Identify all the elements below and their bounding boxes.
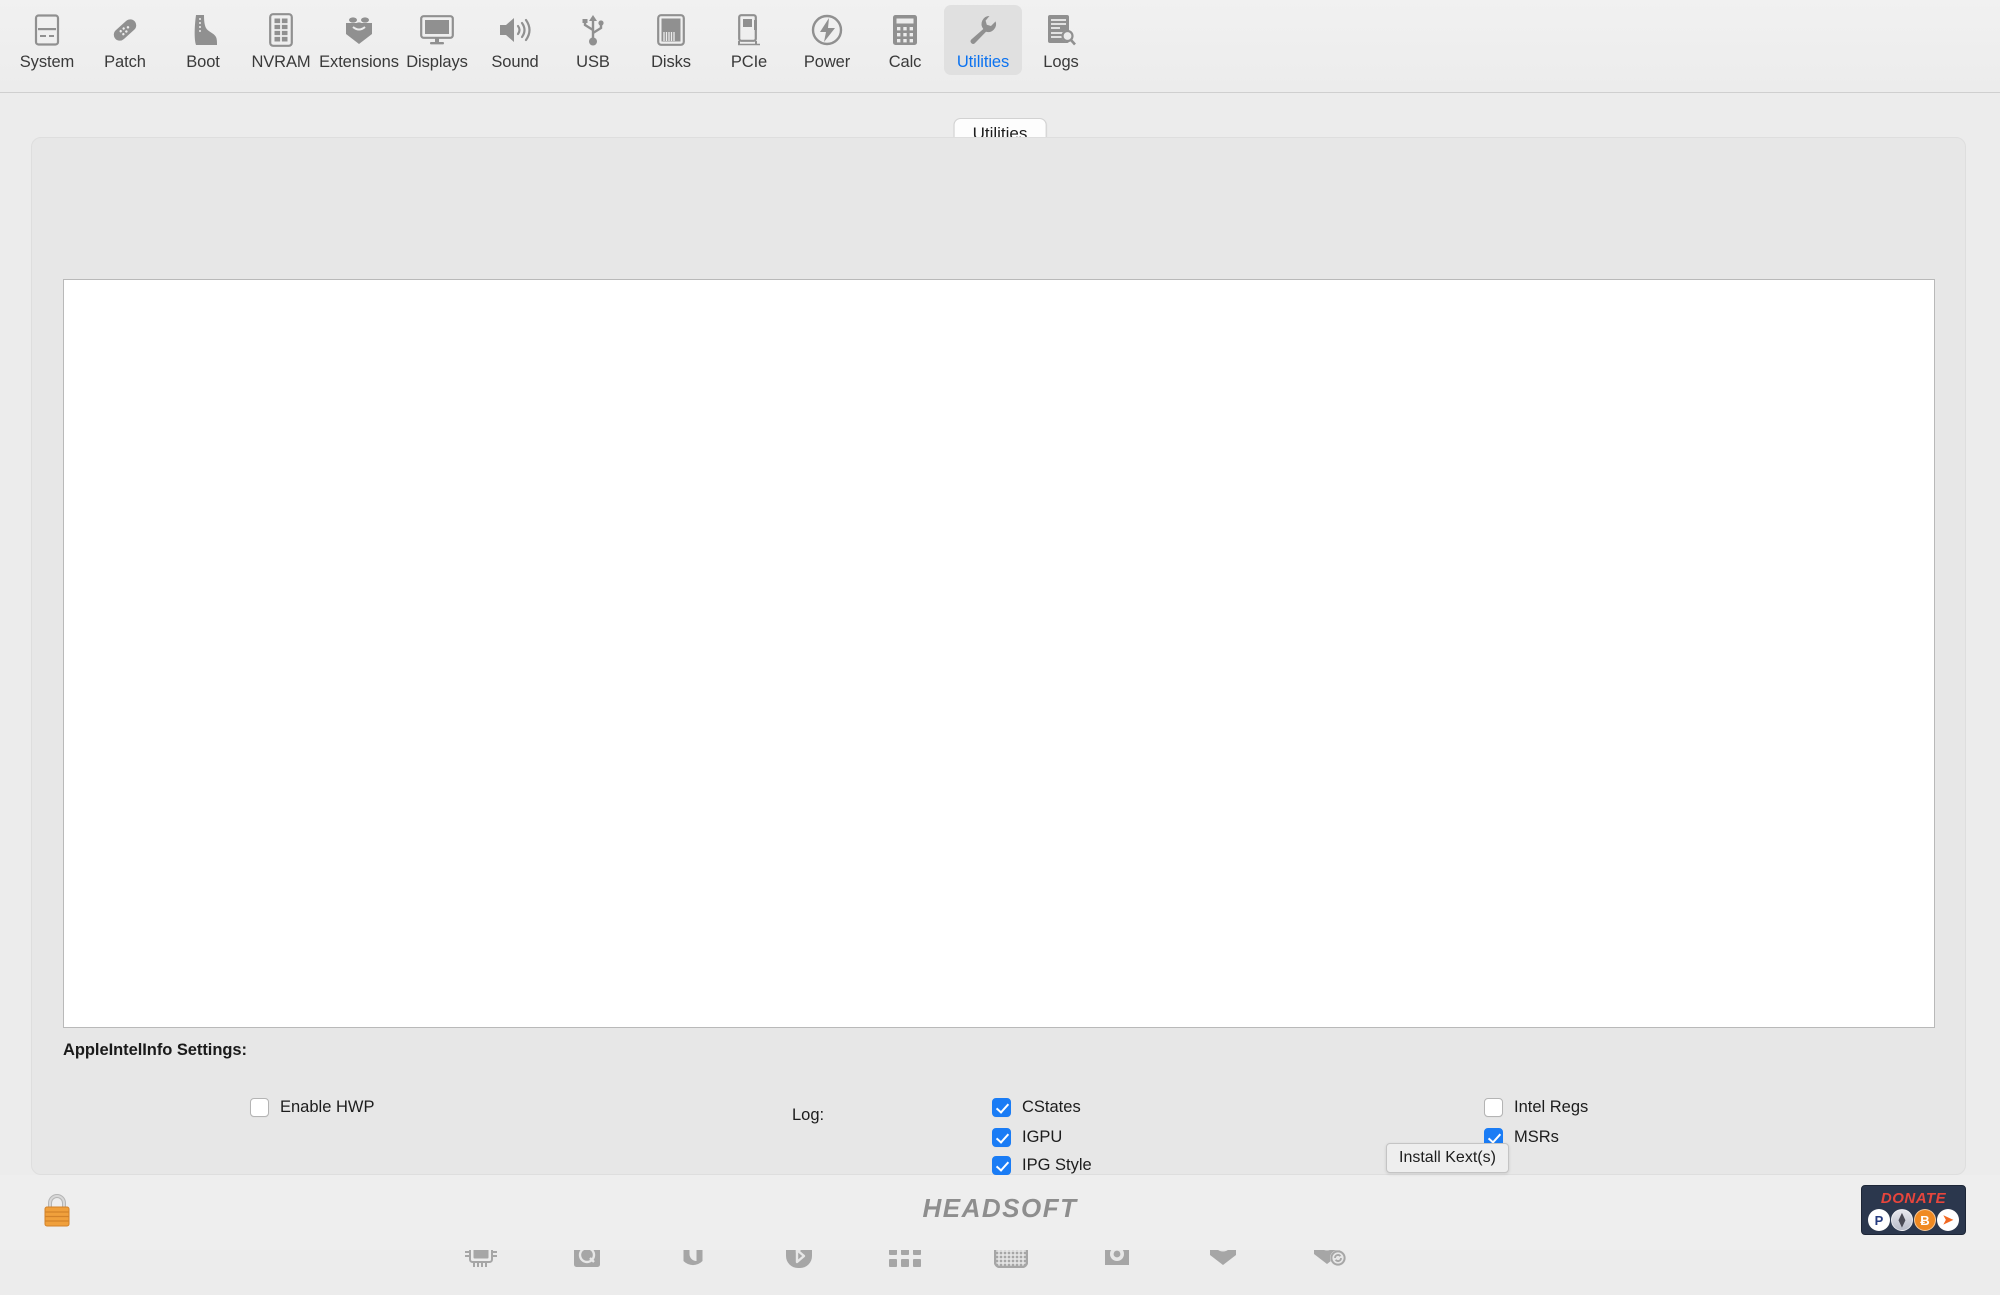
pcie-icon [736,11,762,49]
patch-icon [109,11,141,49]
settings-title: AppleIntelInfo Settings: [63,1041,247,1060]
enable-hwp-label: Enable HWP [280,1098,374,1117]
intel-regs-box[interactable] [1484,1098,1503,1117]
toolbar-label-extensions: Extensions [319,52,399,72]
toolbar-label-pcie: PCIe [731,52,767,72]
igpu-box[interactable] [992,1128,1011,1147]
power-icon [811,11,843,49]
utilities-panel: AppleIntelInfo Settings: Enable HWP Log:… [31,137,1966,1175]
displays-icon [420,11,454,49]
extensions-icon [342,11,376,49]
toolbar-item-utilities[interactable]: Utilities [944,5,1022,75]
toolbar-item-boot[interactable]: Boot [164,5,242,75]
headsoft-logo: HEADSOFT [923,1193,1078,1224]
toolbar-item-pcie[interactable]: PCIe [710,5,788,75]
toolbar-label-utilities: Utilities [957,52,1009,72]
donate-button[interactable]: DONATE P ⧫ Ƀ ➤ [1861,1185,1966,1235]
usb-icon [580,11,606,49]
main-toolbar: System Patch [0,0,2000,93]
lock-icon[interactable] [40,1191,74,1229]
igpu-label: IGPU [1022,1128,1062,1147]
boot-icon [189,11,217,49]
ipg-style-label: IPG Style [1022,1156,1092,1175]
toolbar-label-system: System [20,52,74,72]
cstates-label: CStates [1022,1098,1081,1117]
sound-icon [498,11,532,49]
toolbar-item-extensions[interactable]: Extensions [320,5,398,75]
nvram-icon [269,11,293,49]
toolbar-item-logs[interactable]: Logs [1022,5,1100,75]
ipg-style-box[interactable] [992,1156,1011,1175]
toolbar-label-displays: Displays [406,52,468,72]
toolbar-label-usb: USB [576,52,610,72]
checkbox-enable-hwp[interactable]: Enable HWP [250,1096,374,1118]
donate-label: DONATE [1881,1190,1946,1207]
toolbar-item-usb[interactable]: USB [554,5,632,75]
toolbar-item-nvram[interactable]: NVRAM [242,5,320,75]
system-icon [32,11,62,49]
checkbox-cstates[interactable]: CStates [992,1096,1081,1118]
toolbar-label-sound: Sound [491,52,538,72]
toolbar-item-patch[interactable]: Patch [86,5,164,75]
toolbar-label-calc: Calc [889,52,922,72]
toolbar-item-disks[interactable]: Disks [632,5,710,75]
paypal-coin[interactable]: P [1868,1209,1890,1231]
monero-coin[interactable]: ➤ [1937,1209,1959,1231]
console-output[interactable] [63,279,1935,1028]
toolbar-label-nvram: NVRAM [251,52,310,72]
checkbox-igpu[interactable]: IGPU [992,1126,1062,1148]
toolbar-item-calc[interactable]: Calc [866,5,944,75]
log-label: Log: [792,1106,824,1125]
intel-regs-label: Intel Regs [1514,1098,1588,1117]
msrs-label: MSRs [1514,1128,1559,1147]
calc-icon [892,11,918,49]
toolbar-item-system[interactable]: System [8,5,86,75]
tooltip-install-kext: Install Kext(s) [1386,1143,1509,1173]
toolbar-label-logs: Logs [1043,52,1078,72]
cstates-box[interactable] [992,1098,1011,1117]
logs-icon [1046,11,1076,49]
toolbar-label-boot: Boot [186,52,220,72]
utilities-icon [967,11,999,49]
checkbox-intel-regs[interactable]: Intel Regs [1484,1096,1588,1118]
toolbar-label-power: Power [804,52,850,72]
toolbar-item-power[interactable]: Power [788,5,866,75]
bottom-bar: HEADSOFT [0,1175,2000,1250]
ethereum-coin[interactable]: ⧫ [1891,1209,1913,1231]
bitcoin-coin[interactable]: Ƀ [1914,1209,1936,1231]
toolbar-item-sound[interactable]: Sound [476,5,554,75]
toolbar-label-disks: Disks [651,52,691,72]
enable-hwp-box[interactable] [250,1098,269,1117]
toolbar-item-displays[interactable]: Displays [398,5,476,75]
donate-coin-row: P ⧫ Ƀ ➤ [1868,1209,1959,1231]
disks-icon [657,11,685,49]
toolbar-label-patch: Patch [104,52,146,72]
checkbox-ipg-style[interactable]: IPG Style [992,1154,1092,1176]
